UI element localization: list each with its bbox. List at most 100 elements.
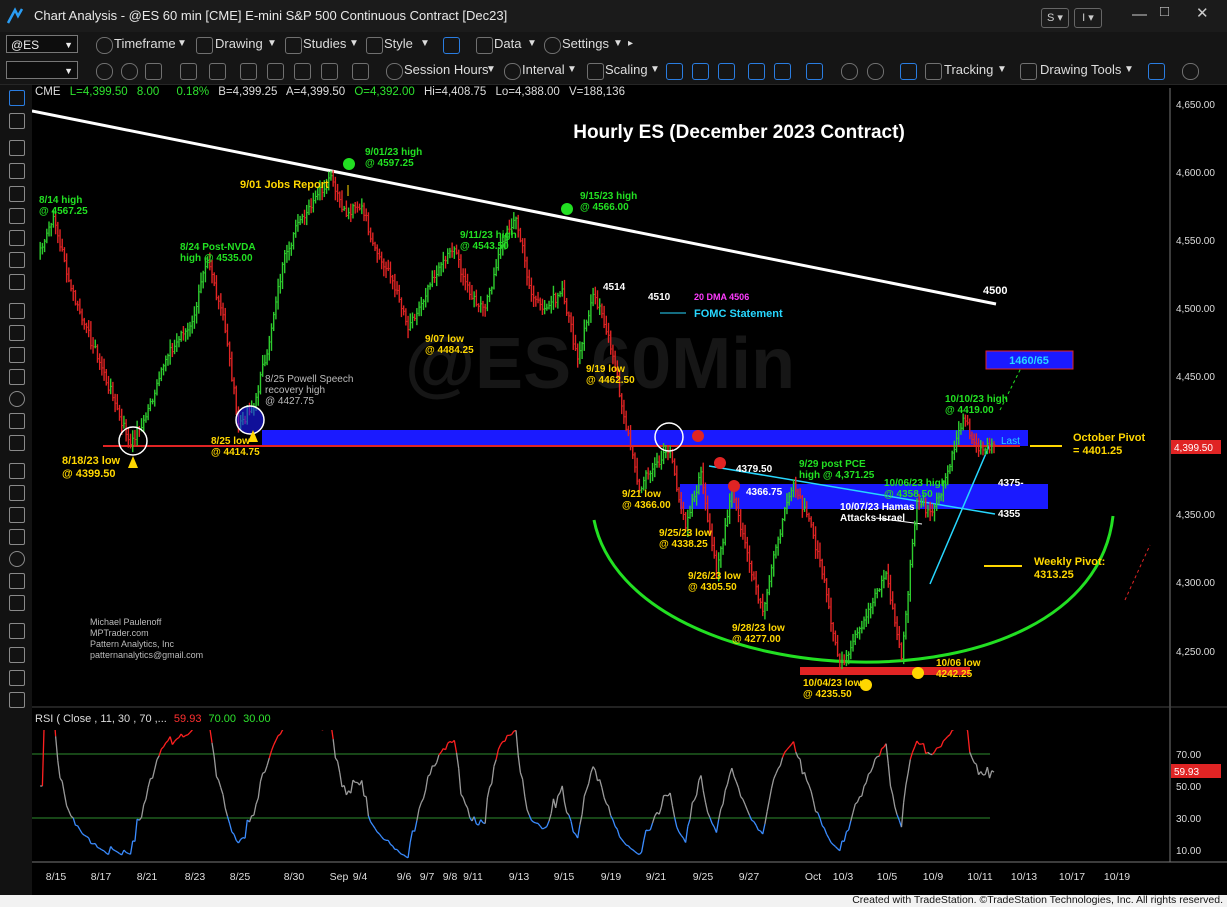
maximize-button[interactable]: □ [1160, 3, 1169, 20]
workspace-select[interactable]: ▼ [6, 61, 78, 79]
scaling-menu[interactable]: Scaling [605, 62, 648, 77]
vertical-line-tool-icon[interactable] [9, 208, 25, 224]
time-tick-label: 9/8 [443, 871, 458, 883]
window-menu-button-s[interactable]: S ▾ [1041, 8, 1069, 28]
fib-grid-tool-icon[interactable] [9, 347, 25, 363]
pen-tool-icon[interactable] [9, 140, 25, 156]
timeframe-menu[interactable]: Timeframe [114, 36, 176, 51]
arrow-up-tool-icon[interactable] [9, 507, 25, 523]
arrow-right-tool-icon[interactable] [9, 529, 25, 545]
symbol-input[interactable]: @ES ▼ [6, 35, 78, 53]
chat-icon[interactable] [1182, 63, 1199, 80]
fibonacci-tool-icon[interactable] [9, 274, 25, 290]
price-tick-label: 4,300.00 [1176, 578, 1215, 589]
expand-icon[interactable] [774, 63, 791, 80]
circle-tool-icon-2[interactable] [121, 63, 138, 80]
channel-tool-icon[interactable] [9, 230, 25, 246]
rsi-segment [938, 745, 942, 749]
secondary-toolbar: ▼ Session Hours ▼ Interval ▼ Scaling ▼ T… [0, 58, 1227, 85]
chevron-down-icon: ▼ [1124, 64, 1134, 75]
bar-chart-icon[interactable] [666, 63, 683, 80]
time-tick-label: 9/6 [397, 871, 412, 883]
rsi-tick-label: 30.00 [1176, 814, 1201, 825]
pointer-icon[interactable] [267, 63, 284, 80]
layout-icon[interactable] [443, 37, 460, 54]
ruler-tool-icon[interactable] [9, 623, 25, 639]
time-tick-label: 9/21 [646, 871, 667, 883]
more-icon[interactable]: ▸ [628, 38, 633, 49]
annotation-4375: 4375- [998, 478, 1024, 489]
drawing-menu[interactable]: Drawing [215, 36, 263, 51]
sell-marker-icon [714, 457, 726, 469]
circle-tool-icon[interactable] [96, 63, 113, 80]
timeframe-icon [96, 37, 113, 54]
minimize-button[interactable]: — [1132, 6, 1147, 23]
resistance-zone-blue [262, 430, 1028, 446]
rectangle-tool-icon[interactable] [9, 573, 25, 589]
style-menu[interactable]: Style [384, 36, 413, 51]
window-icon[interactable] [145, 63, 162, 80]
data-menu[interactable]: Data [494, 36, 521, 51]
time-tick-label: 10/17 [1059, 871, 1085, 883]
rsi-segment [647, 829, 651, 832]
chevron-down-icon: ▼ [613, 38, 623, 49]
zoom-in-icon-2[interactable] [841, 63, 858, 80]
time-tick-label: 10/5 [877, 871, 898, 883]
line-chart-icon[interactable] [718, 63, 735, 80]
collapse-tool-icon[interactable] [9, 670, 25, 686]
drawing-tools-menu[interactable]: Drawing Tools [1040, 62, 1121, 77]
grid-icon[interactable] [209, 63, 226, 80]
chevron-down-icon: ▼ [527, 38, 537, 49]
interval-menu[interactable]: Interval [522, 62, 565, 77]
arrow-down-tool-icon[interactable] [9, 463, 25, 479]
link-icon[interactable] [180, 63, 197, 80]
close-button[interactable]: ✕ [1196, 4, 1209, 22]
edit-tool-icon[interactable] [9, 692, 25, 708]
new-window-icon[interactable] [1148, 63, 1165, 80]
time-tick-label: 9/11 [463, 871, 483, 883]
ellipse-tool-icon[interactable] [9, 551, 25, 567]
compress-icon[interactable] [748, 63, 765, 80]
regression-tool-icon[interactable] [9, 435, 25, 451]
crosshair-tool-icon[interactable] [9, 113, 25, 129]
data-window-icon[interactable] [900, 63, 917, 80]
cycle-tool-icon[interactable] [9, 391, 25, 407]
annotation-9-25-low: 9/25/23 low @ 4338.25 [659, 528, 712, 550]
crosshair-icon[interactable] [321, 63, 338, 80]
speed-lines-tool-icon[interactable] [9, 325, 25, 341]
eraser-tool-icon[interactable] [9, 647, 25, 663]
annotation-4500: 4500 [983, 285, 1007, 297]
time-tick-label: Oct [805, 871, 821, 883]
zoom-in-icon[interactable] [240, 63, 257, 80]
rsi-segment [542, 827, 545, 830]
gann-tool-icon[interactable] [9, 303, 25, 319]
scroll-icon[interactable] [806, 63, 823, 80]
pitchfork-tool-icon[interactable] [9, 252, 25, 268]
annotation-4366-75: 4366.75 [746, 487, 783, 498]
chart-area[interactable]: @ES 60Min CME L=4,399.50 8.00 0.18% B=4,… [32, 85, 1227, 895]
horizontal-line-tool-icon[interactable] [9, 186, 25, 202]
time-tick-label: 10/13 [1011, 871, 1037, 883]
candlestick-icon[interactable] [692, 63, 709, 80]
tracking-menu[interactable]: Tracking [944, 62, 993, 77]
session-hours-menu[interactable]: Session Hours [404, 62, 489, 77]
zoom-out-icon[interactable] [867, 63, 884, 80]
zoom-box-icon[interactable] [352, 63, 369, 80]
window-title: Chart Analysis - @ES 60 min [CME] E-mini… [34, 8, 508, 23]
fib-fan-tool-icon[interactable] [9, 369, 25, 385]
pan-icon[interactable] [294, 63, 311, 80]
pointer-tool-icon[interactable] [9, 90, 25, 106]
arrow-left-tool-icon[interactable] [9, 485, 25, 501]
trendline-tool-icon[interactable] [9, 163, 25, 179]
rsi-segment [383, 838, 387, 841]
settings-menu[interactable]: Settings [562, 36, 609, 51]
text-tool-icon[interactable] [9, 595, 25, 611]
rsi-label: RSI ( Close , 11, 30 , 70 ,... 59.93 70.… [35, 713, 271, 725]
title-bar: Chart Analysis - @ES 60 min [CME] E-mini… [0, 0, 1227, 32]
price-tick-label: 4,650.00 [1176, 100, 1215, 111]
annotation-jobs-report: 9/01 Jobs Report [240, 179, 329, 191]
studies-menu[interactable]: Studies [303, 36, 346, 51]
scaling-icon [587, 63, 604, 80]
window-menu-button-i[interactable]: I ▾ [1074, 8, 1102, 28]
andrews-tool-icon[interactable] [9, 413, 25, 429]
